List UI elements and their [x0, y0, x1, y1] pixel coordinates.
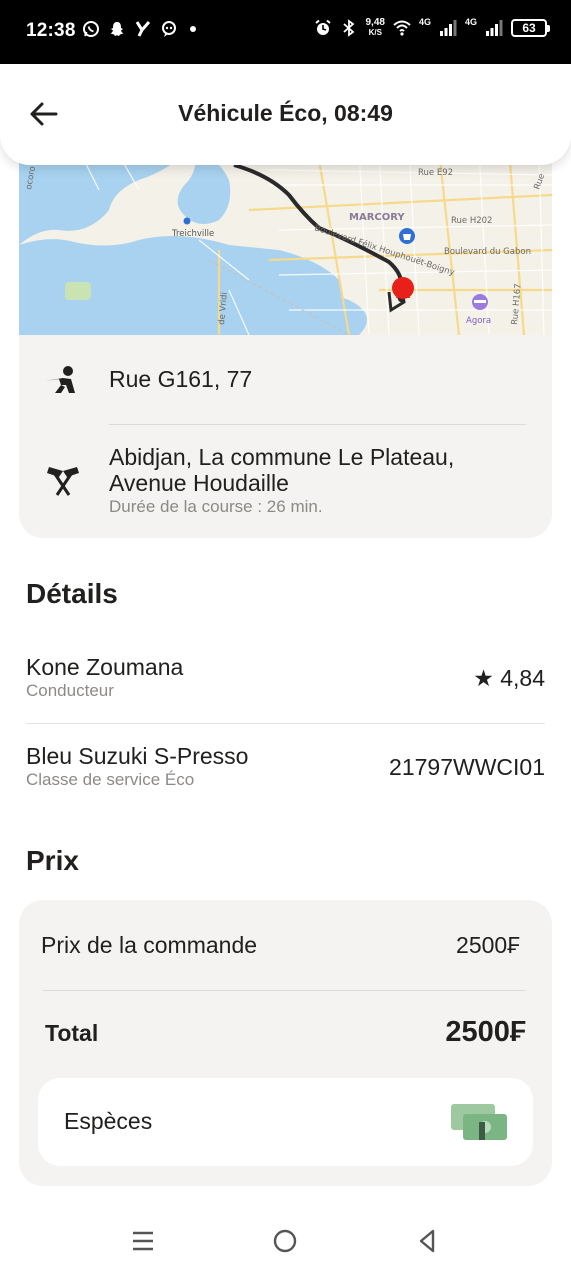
park-area [65, 282, 91, 300]
network-speed: 9,48 K/S [365, 17, 385, 38]
star-icon: ★ [473, 665, 494, 691]
system-nav-bar [0, 1200, 571, 1280]
snapchat-icon [110, 22, 124, 36]
order-price-label: Prix de la commande [41, 932, 258, 958]
route-divider [109, 424, 526, 425]
svg-text:MARCORY: MARCORY [349, 212, 405, 223]
home-icon[interactable] [270, 1226, 300, 1256]
signal-1-icon [439, 20, 457, 36]
page-title: Véhicule Éco, 08:49 [178, 100, 393, 126]
destination-address: Abidjan, La commune Le Plateau, Avenue H… [109, 444, 455, 496]
order-price-value: 2500₣ [456, 932, 520, 958]
bluetooth-icon [342, 19, 354, 37]
price-title: Prix [26, 845, 79, 876]
pickup-address: Rue G161, 77 [109, 366, 253, 392]
network-type-2: 4G [464, 17, 477, 27]
trip-duration: Durée de la course : 26 min. [109, 497, 323, 516]
rating-value: 4,84 [500, 665, 545, 691]
treichville-marker [183, 217, 191, 225]
whatsapp-icon [83, 21, 99, 37]
svg-text:Rue H202: Rue H202 [451, 216, 492, 226]
route-card: Rue G161, 77 Abidjan, La commune Le Plat… [19, 335, 552, 538]
driver-rating: ★ 4,84 [473, 665, 545, 692]
map-canvas: Treichville MARCORY Rue E92 Rue H202 Bou… [19, 150, 552, 335]
back-nav-icon[interactable] [412, 1226, 442, 1256]
svg-text:Agora: Agora [466, 316, 491, 326]
cash-icon [451, 1104, 507, 1140]
price-card: Prix de la commande 2500₣ Total 2500₣ Es… [19, 900, 552, 1186]
battery-indicator: 63 [511, 19, 550, 37]
page-header: Véhicule Éco, 08:49 [0, 64, 571, 165]
total-label: Total [45, 1020, 99, 1046]
messenger-bot-icon [162, 21, 176, 37]
destination-pin-icon [392, 277, 414, 299]
route-map[interactable]: Treichville MARCORY Rue E92 Rue H202 Bou… [19, 150, 552, 335]
price-divider [43, 990, 526, 991]
network-type-1: 4G [418, 17, 431, 27]
status-bar: 12:38 9,48 K/S 4G 4G 63 [0, 0, 571, 64]
payment-method-label: Espèces [64, 1108, 153, 1134]
alarm-icon [314, 19, 331, 35]
wifi-icon [393, 20, 411, 36]
svg-text:Boulevard du Gabon: Boulevard du Gabon [444, 247, 531, 257]
details-title: Détails [26, 578, 118, 609]
finish-flags-icon [47, 467, 79, 496]
status-time: 12:38 [26, 20, 76, 41]
car-model: Bleu Suzuki S-Presso [26, 743, 249, 769]
license-plate: 21797WWCI01 [389, 754, 545, 780]
passenger-icon [45, 366, 75, 393]
service-class: Classe de service Éco [26, 770, 195, 789]
driver-name: Kone Zoumana [26, 654, 184, 680]
svg-text:Rue E92: Rue E92 [418, 168, 453, 178]
total-value: 2500₣ [445, 1016, 526, 1048]
recent-apps-icon[interactable] [128, 1226, 158, 1256]
more-notifications-dot [190, 26, 196, 32]
notification-icons [82, 20, 196, 38]
system-icons: 9,48 K/S 4G 4G 63 [314, 17, 550, 38]
signal-2-icon [486, 20, 503, 36]
payment-method-button[interactable]: Espèces [38, 1078, 533, 1166]
svg-text:Treichville: Treichville [171, 229, 214, 239]
app-y-icon [135, 21, 151, 37]
details-divider [26, 723, 545, 724]
driver-role: Conducteur [26, 681, 114, 700]
